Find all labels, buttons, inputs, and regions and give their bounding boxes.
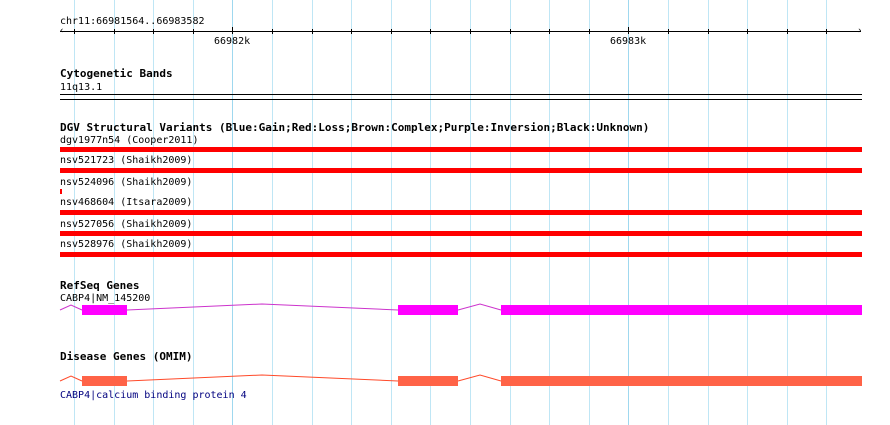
omim-exon[interactable] [398,376,458,386]
omim-gene-label: CABP4|calcium binding protein 4 [60,390,247,401]
omim-introns [59,374,502,382]
omim-exon[interactable] [82,376,127,386]
omim-intron-line [126,374,399,382]
omim-intron-line [59,375,83,382]
omim-intron-line [457,374,502,382]
omim-exon[interactable] [501,376,862,386]
genome-browser-view: chr11:66981564..66983582 ‹ › 66982k 6698… [0,0,890,425]
